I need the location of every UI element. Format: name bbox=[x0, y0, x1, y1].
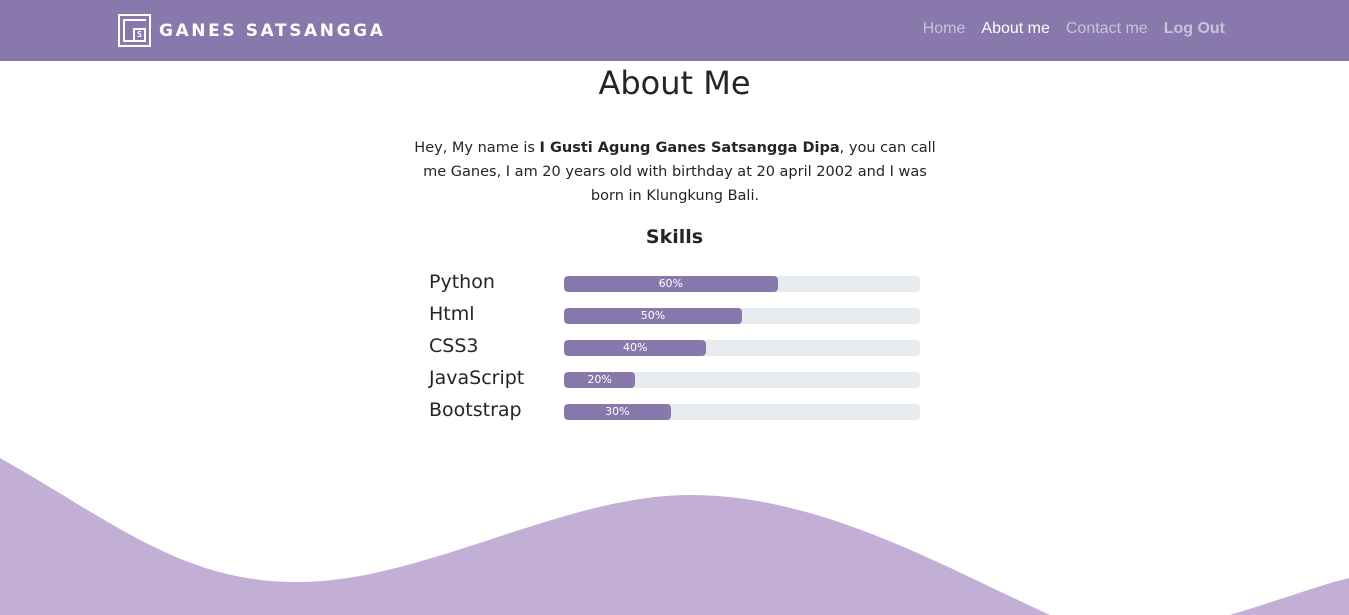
page-title: About Me bbox=[598, 64, 751, 102]
skill-name: Html bbox=[429, 303, 475, 325]
progress-track: 40% bbox=[564, 340, 920, 356]
skill-row: CSS3 40% bbox=[429, 334, 920, 366]
intro-paragraph: Hey, My name is I Gusti Agung Ganes Sats… bbox=[412, 136, 938, 208]
nav-about-me[interactable]: About me bbox=[981, 20, 1049, 38]
skill-name: Python bbox=[429, 271, 495, 293]
skill-row: Python 60% bbox=[429, 270, 920, 302]
skill-row: JavaScript 20% bbox=[429, 366, 920, 398]
intro-prefix: Hey, My name is bbox=[414, 140, 540, 156]
progress-fill: 60% bbox=[564, 276, 778, 292]
progress-fill: 50% bbox=[564, 308, 742, 324]
intro-name: I Gusti Agung Ganes Satsangga Dipa bbox=[539, 140, 840, 156]
skills-list: Python 60% Html 50% CSS3 40% JavaScript … bbox=[429, 270, 920, 430]
brand-link[interactable]: S GANES SATSANGGA bbox=[118, 14, 385, 47]
skill-row: Bootstrap 30% bbox=[429, 398, 920, 430]
progress-fill: 30% bbox=[564, 404, 671, 420]
skill-row: Html 50% bbox=[429, 302, 920, 334]
navbar: S GANES SATSANGGA Home About me Contact … bbox=[0, 0, 1349, 61]
brand-name: GANES SATSANGGA bbox=[159, 20, 386, 41]
footer-wave bbox=[0, 458, 1349, 615]
nav-log-out[interactable]: Log Out bbox=[1164, 20, 1225, 38]
nav-menu: Home About me Contact me Log Out bbox=[923, 20, 1225, 38]
skills-title: Skills bbox=[645, 226, 704, 248]
brand-logo-icon: S bbox=[118, 14, 151, 47]
progress-track: 20% bbox=[564, 372, 920, 388]
progress-track: 60% bbox=[564, 276, 920, 292]
progress-fill: 40% bbox=[564, 340, 707, 356]
skill-name: JavaScript bbox=[429, 367, 525, 389]
skill-name: Bootstrap bbox=[429, 399, 522, 421]
progress-fill: 20% bbox=[564, 372, 636, 388]
progress-track: 30% bbox=[564, 404, 920, 420]
progress-track: 50% bbox=[564, 308, 920, 324]
wave-shape bbox=[0, 458, 1349, 615]
nav-home[interactable]: Home bbox=[923, 20, 966, 38]
nav-contact-me[interactable]: Contact me bbox=[1066, 20, 1148, 38]
logo-letter: S bbox=[133, 28, 146, 42]
skill-name: CSS3 bbox=[429, 335, 479, 357]
